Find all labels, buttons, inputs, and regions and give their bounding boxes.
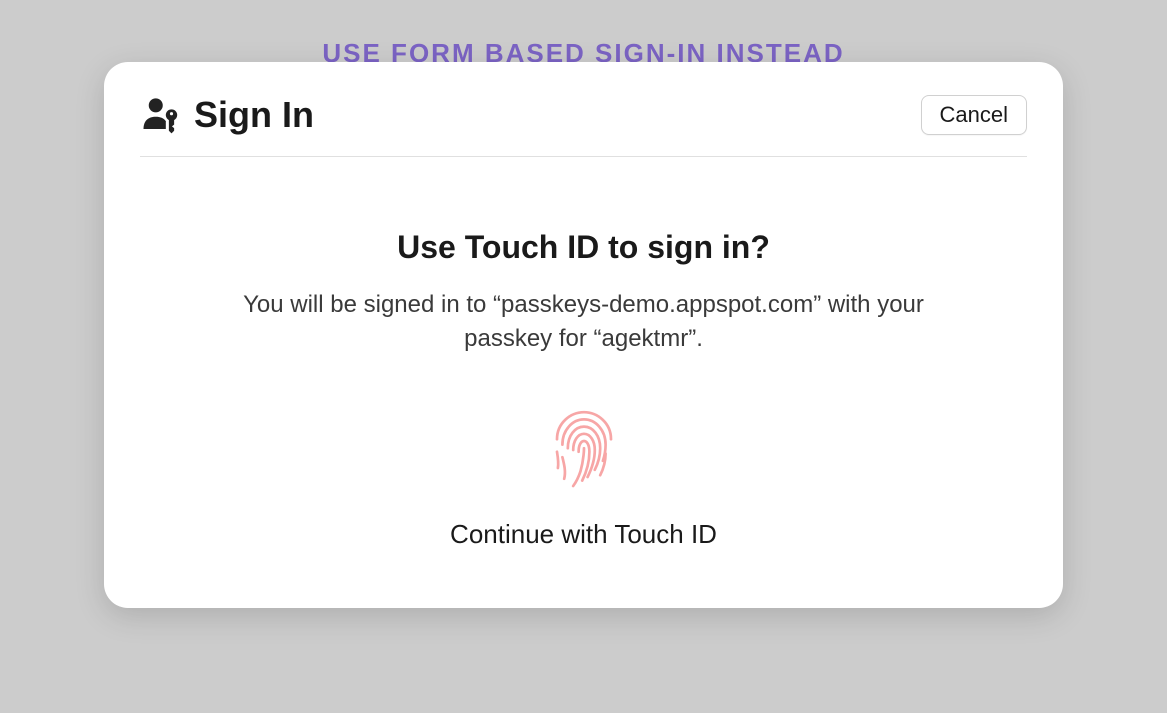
passkey-icon	[140, 94, 182, 136]
title-group: Sign In	[140, 94, 314, 136]
fingerprint-icon	[539, 405, 629, 495]
modal-title: Sign In	[194, 94, 314, 136]
touchid-subtext: You will be signed in to “passkeys-demo.…	[204, 288, 964, 355]
signin-modal: Sign In Cancel Use Touch ID to sign in? …	[104, 62, 1063, 608]
continue-touchid-label: Continue with Touch ID	[450, 519, 717, 550]
touchid-heading: Use Touch ID to sign in?	[140, 229, 1027, 266]
cancel-button[interactable]: Cancel	[921, 95, 1027, 135]
modal-header: Sign In Cancel	[140, 94, 1027, 157]
modal-body: Use Touch ID to sign in? You will be sig…	[140, 157, 1027, 550]
fingerprint-wrap: Continue with Touch ID	[140, 405, 1027, 550]
